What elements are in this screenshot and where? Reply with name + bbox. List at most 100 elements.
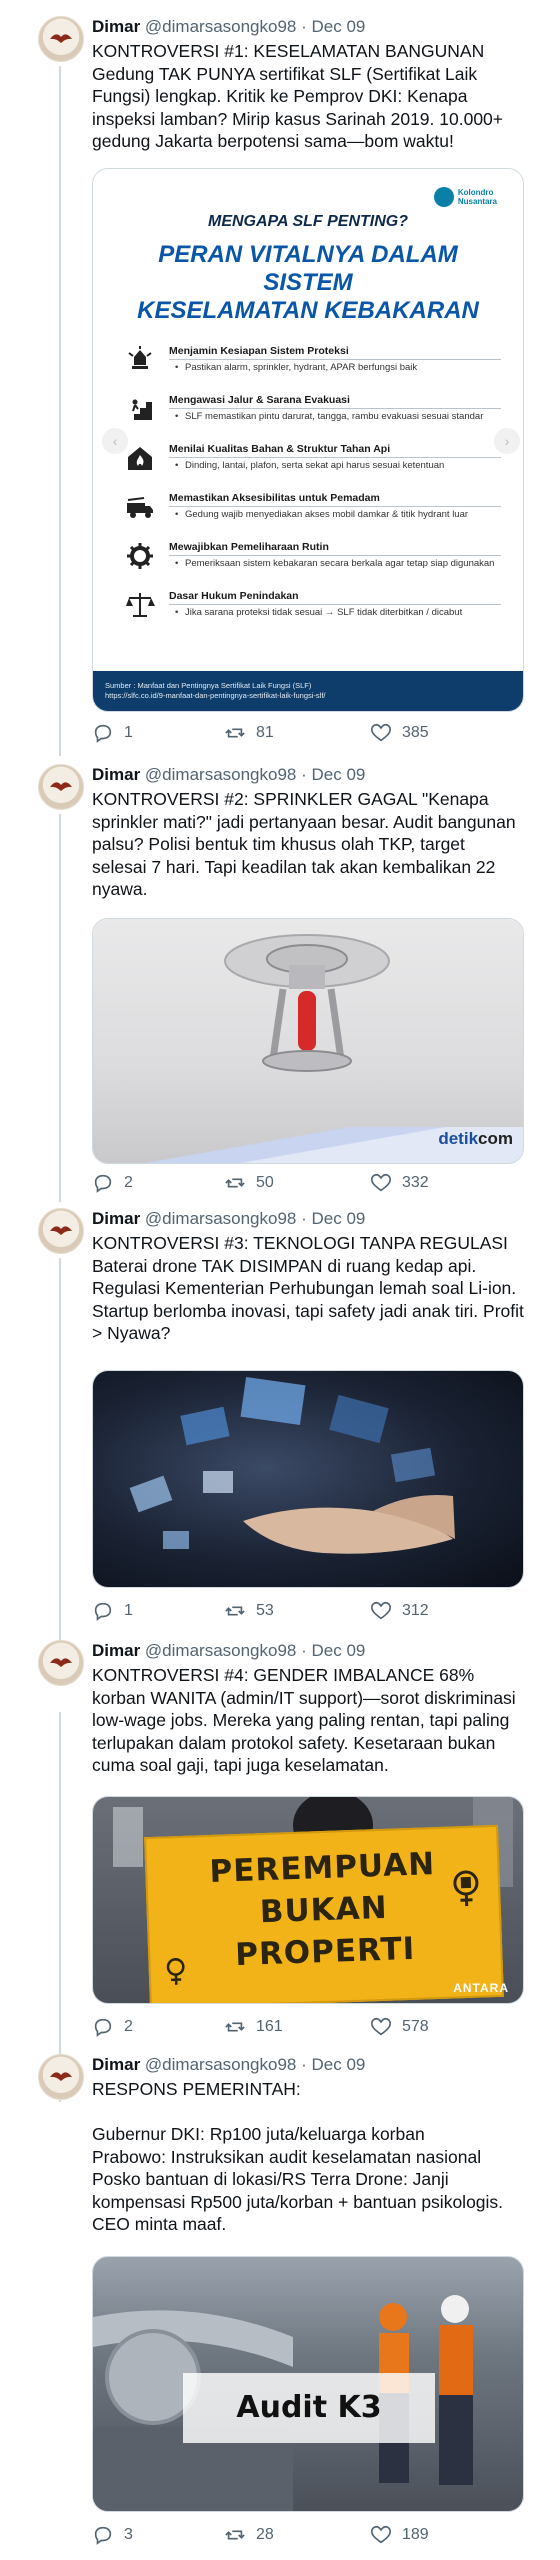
avatar[interactable] (38, 16, 84, 62)
retweet-button[interactable]: 81 (224, 722, 274, 744)
item-desc: Jika sarana proteksi tidak sesuai → SLF … (169, 607, 501, 619)
heart-icon (371, 723, 391, 742)
author-name[interactable]: Dimar (92, 2055, 140, 2074)
like-button[interactable]: 385 (370, 722, 429, 744)
female-symbol-icon (166, 1958, 185, 1985)
thread-connector (59, 66, 61, 756)
retweet-button[interactable]: 53 (224, 1600, 274, 1622)
logo-text-line2: Nusantara (457, 197, 497, 206)
tweet-media-sprinkler-photo[interactable]: detikcom (92, 918, 524, 1164)
avatar-emblem-icon (50, 1658, 72, 1667)
reply-icon (94, 1174, 112, 1193)
author-name[interactable]: Dimar (92, 17, 140, 36)
retweet-icon (225, 728, 245, 738)
like-count: 578 (402, 2018, 429, 2035)
separator: · (301, 17, 307, 36)
like-count: 385 (402, 724, 429, 741)
source-line: Sumber : Manfaat dan Pentingnya Sertifik… (105, 681, 312, 690)
maintenance-gear-icon (127, 543, 153, 569)
tweet-media-audit-photo[interactable]: Audit K3 (92, 2256, 524, 2512)
tweet-date[interactable]: Dec 09 (312, 17, 366, 36)
tweet-actions: 2 50 332 (92, 1172, 512, 1196)
author-name[interactable]: Dimar (92, 1209, 140, 1228)
tweet-text: KONTROVERSI #1: KESELAMATAN BANGUNAN Ged… (92, 41, 508, 151)
evacuation-stairs-icon (128, 399, 152, 420)
item-desc: Pemeriksaan sistem kebakaran secara berk… (169, 558, 501, 570)
logo-mark-icon (433, 187, 454, 207)
tweet-actions: 3 28 189 (92, 2524, 512, 2548)
tweet-media-technology-photo[interactable] (92, 1370, 524, 1588)
retweet-button[interactable]: 50 (224, 1172, 274, 1194)
reply-button[interactable]: 2 (92, 1172, 133, 1194)
avatar[interactable] (38, 1640, 84, 1686)
reply-icon (94, 2526, 112, 2545)
reply-count: 2 (124, 1174, 133, 1191)
thread-connector (59, 814, 61, 1202)
heart-icon (371, 2525, 391, 2544)
tweet-date[interactable]: Dec 09 (312, 2055, 366, 2074)
reply-button[interactable]: 2 (92, 2016, 133, 2038)
watermark-part-a: detik (438, 1129, 479, 1148)
item-title: Menilai Kualitas Bahan & Struktur Tahan … (169, 443, 501, 458)
author-name[interactable]: Dimar (92, 1641, 140, 1660)
avatar-emblem-icon (50, 34, 72, 43)
item-desc: Pastikan alarm, sprinkler, hydrant, APAR… (169, 362, 501, 374)
item-desc: SLF memastikan pintu darurat, tangga, ra… (169, 411, 501, 423)
like-button[interactable]: 578 (370, 2016, 429, 2038)
tweet-header: Dimar @dimarsasongko98 · Dec 09 (92, 16, 524, 38)
reply-button[interactable]: 1 (92, 1600, 133, 1622)
author-name[interactable]: Dimar (92, 765, 140, 784)
author-handle[interactable]: @dimarsasongko98 (145, 17, 296, 36)
separator: · (301, 1641, 307, 1660)
like-button[interactable]: 189 (370, 2524, 429, 2546)
author-handle[interactable]: @dimarsasongko98 (145, 2055, 296, 2074)
item-desc: Dinding, lantai, plafon, serta sekat api… (169, 460, 501, 472)
retweet-count: 28 (256, 2526, 274, 2543)
carousel-next-button[interactable]: › (494, 428, 520, 454)
avatar-emblem-icon (50, 1226, 72, 1235)
tweet-actions: 1 53 312 (92, 1600, 512, 1624)
tweet-text: KONTROVERSI #2: SPRINKLER GAGAL "Kenapa … (92, 789, 521, 899)
tweet-media-infographic[interactable]: Kolondro Nusantara MENGAPA SLF PENTING? P… (92, 168, 524, 712)
reply-button[interactable]: 1 (92, 722, 133, 744)
retweet-icon (225, 1606, 245, 1616)
avatar[interactable] (38, 2054, 84, 2100)
retweet-count: 81 (256, 724, 274, 741)
avatar[interactable] (38, 764, 84, 810)
infographic-item: Mewajibkan Pemeliharaan Rutin Pemeriksaa… (127, 541, 501, 579)
author-handle[interactable]: @dimarsasongko98 (145, 1641, 296, 1660)
tweet-text: RESPONS PEMERINTAH: Gubernur DKI: Rp100 … (92, 2079, 504, 2234)
tweet-media-protest-photo[interactable]: PEREMPUAN BUKAN PROPERTI ANTARA (92, 1796, 524, 2004)
like-button[interactable]: 332 (370, 1172, 429, 1194)
like-button[interactable]: 312 (370, 1600, 429, 1622)
infographic-item: Menjamin Kesiapan Sistem Proteksi Pastik… (128, 345, 501, 383)
author-handle[interactable]: @dimarsasongko98 (145, 1209, 296, 1228)
heart-icon (371, 2017, 391, 2036)
reply-count: 1 (124, 1602, 133, 1619)
fire-building-icon (128, 447, 152, 470)
kolondro-logo: Kolondro Nusantara (433, 187, 497, 207)
retweet-count: 161 (256, 2018, 283, 2035)
tweet-date[interactable]: Dec 09 (312, 765, 366, 784)
retweet-icon (225, 2530, 245, 2540)
item-desc: Gedung wajib menyediakan akses mobil dam… (169, 509, 501, 521)
thread-connector (59, 1258, 61, 1656)
item-title: Mengawasi Jalur & Sarana Evakuasi (169, 394, 501, 409)
carousel-prev-button[interactable]: ‹ (102, 428, 128, 454)
retweet-button[interactable]: 161 (224, 2016, 283, 2038)
like-count: 189 (402, 2526, 429, 2543)
heart-icon (371, 1173, 391, 1192)
separator: · (301, 2055, 307, 2074)
retweet-icon (225, 1178, 245, 1188)
detikcom-watermark: detikcom (438, 1129, 513, 1149)
floating-screens-image (129, 1377, 455, 1554)
reply-button[interactable]: 3 (92, 2524, 133, 2546)
author-handle[interactable]: @dimarsasongko98 (145, 765, 296, 784)
tweet-date[interactable]: Dec 09 (312, 1209, 366, 1228)
tweet-date[interactable]: Dec 09 (312, 1641, 366, 1660)
source-link[interactable]: https://slfc.co.id/9-manfaat-dan-penting… (105, 691, 511, 701)
tweet-header: Dimar @dimarsasongko98 · Dec 09 (92, 764, 524, 786)
avatar[interactable] (38, 1208, 84, 1254)
antara-watermark: ANTARA (453, 1981, 509, 1995)
retweet-button[interactable]: 28 (224, 2524, 274, 2546)
